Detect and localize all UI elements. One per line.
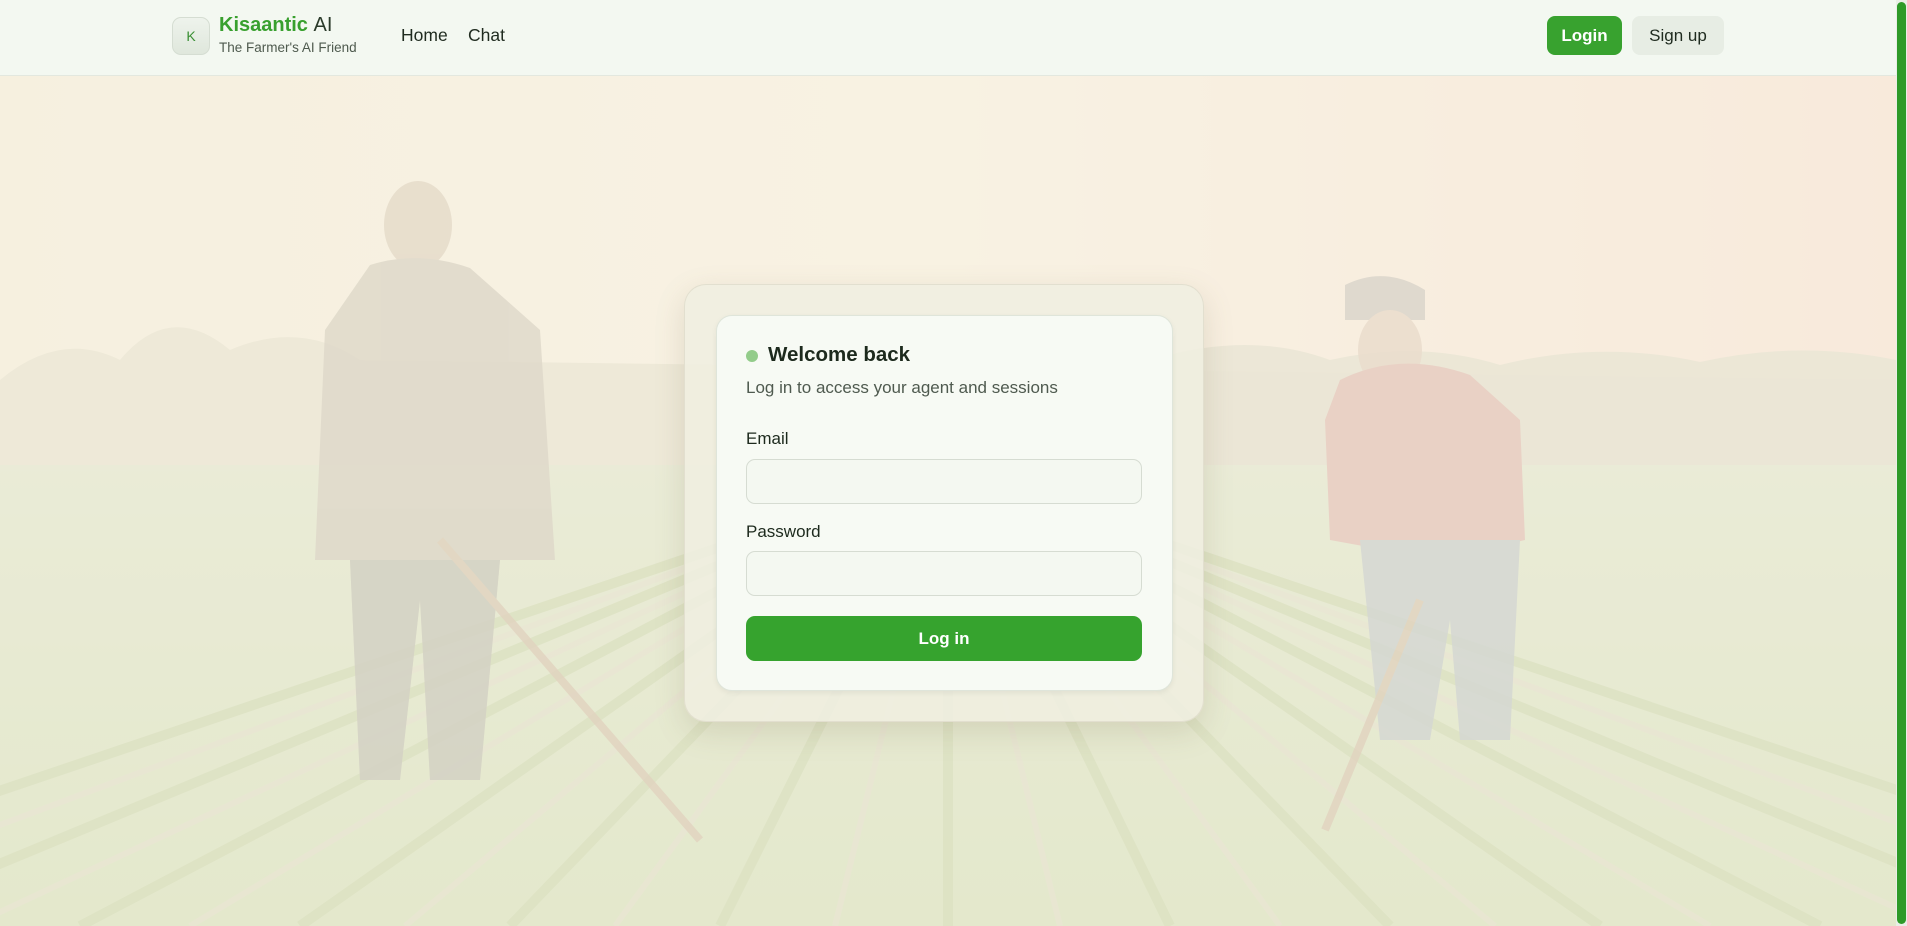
logo-icon[interactable]: K [172, 17, 210, 55]
header-signup-button[interactable]: Sign up [1632, 16, 1724, 55]
scrollbar-thumb[interactable] [1897, 2, 1906, 924]
password-label: Password [746, 522, 821, 541]
email-label: Email [746, 429, 789, 448]
nav-link-home[interactable]: Home [401, 25, 448, 46]
status-dot-icon [746, 350, 758, 362]
password-input[interactable] [746, 551, 1142, 596]
header-login-button[interactable]: Login [1547, 16, 1622, 55]
brand-title[interactable]: Kisaantic AI [219, 14, 332, 37]
brand-tagline: The Farmer's AI Friend [219, 40, 357, 55]
email-input[interactable] [746, 459, 1142, 504]
login-submit-button[interactable]: Log in [746, 616, 1142, 661]
brand-secondary-text: AI [313, 14, 333, 36]
brand-primary-text: Kisaantic [219, 14, 308, 36]
login-title: Welcome back [768, 343, 911, 366]
nav-link-chat[interactable]: Chat [468, 25, 505, 46]
login-subtitle: Log in to access your agent and sessions [746, 378, 1058, 397]
top-navbar: K Kisaantic AI The Farmer's AI Friend Ho… [0, 0, 1896, 76]
